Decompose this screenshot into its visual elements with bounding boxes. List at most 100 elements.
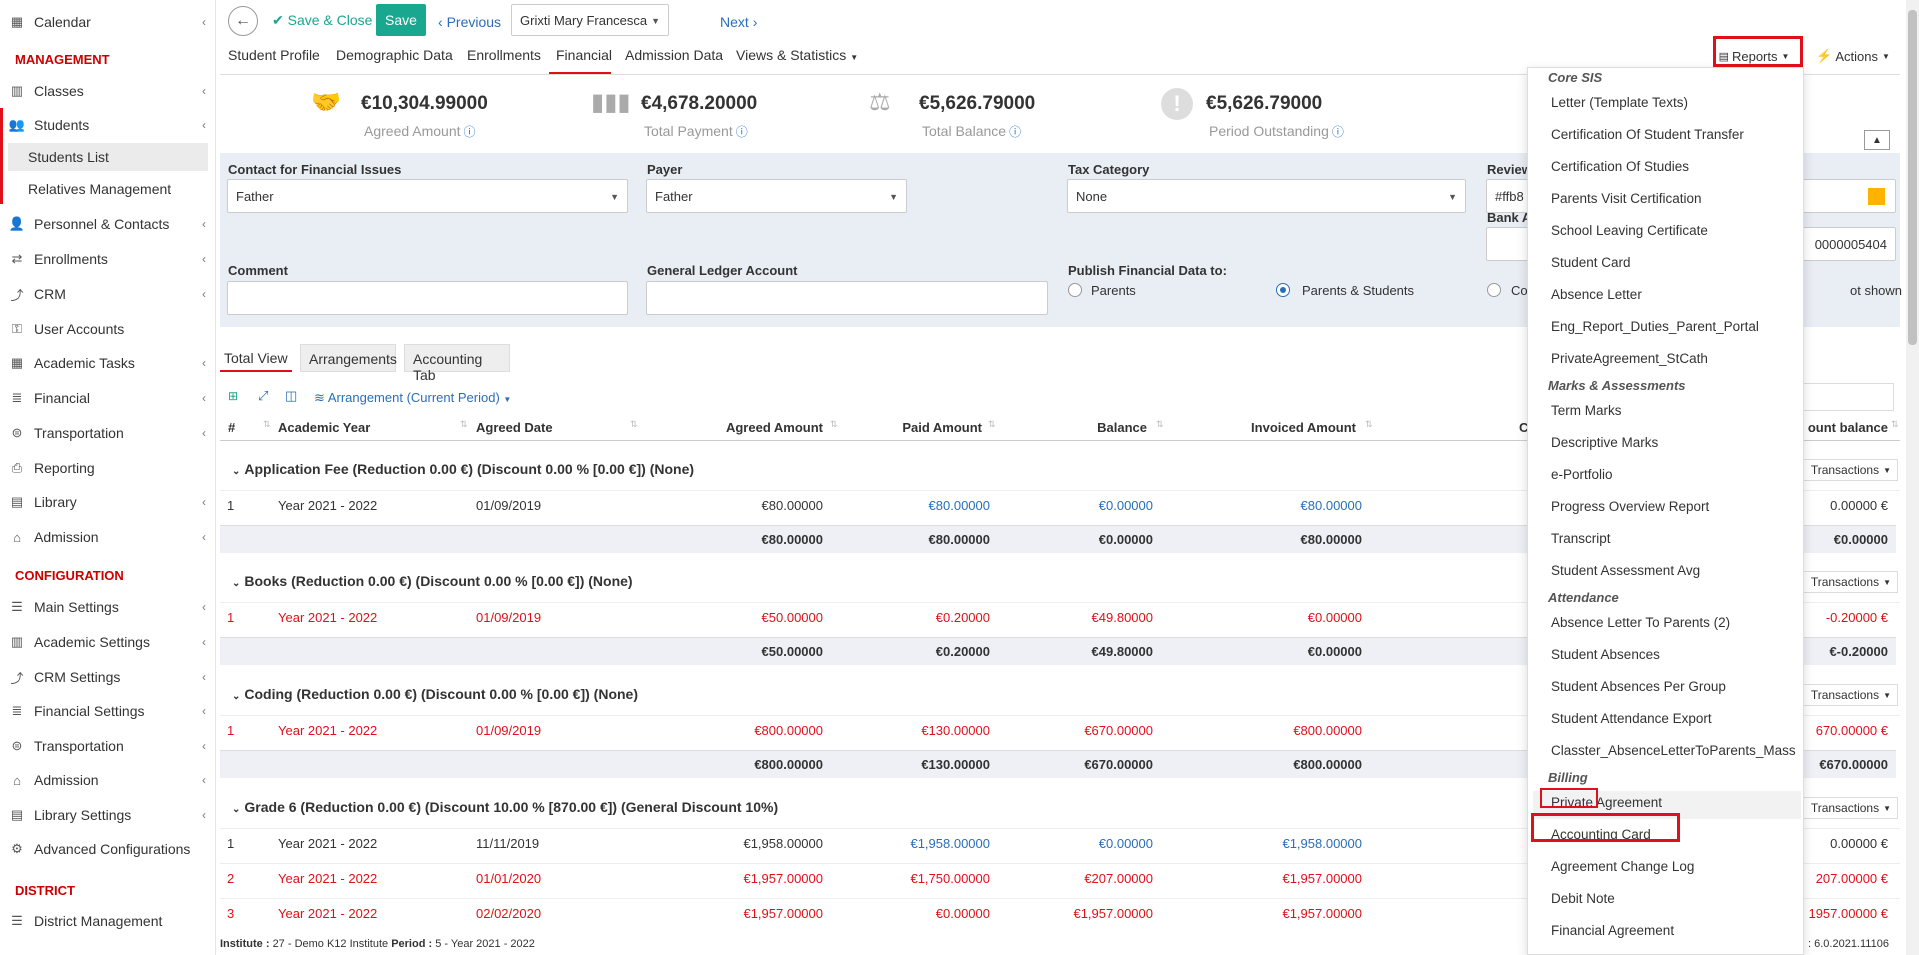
- excel-icon[interactable]: ⊞: [228, 389, 238, 403]
- row-invoiced-amount[interactable]: €1,957.00000: [1282, 906, 1362, 921]
- color-swatch[interactable]: [1868, 188, 1885, 205]
- sidebar-item-district-management[interactable]: ☰ District Management: [0, 906, 216, 936]
- students-list-link[interactable]: Students List: [8, 143, 208, 171]
- sort-icon[interactable]: ⇅: [1365, 419, 1373, 430]
- menu-item-student-absences-per-group[interactable]: Student Absences Per Group: [1551, 679, 1726, 694]
- transactions-button[interactable]: Transactions ▼: [1794, 684, 1898, 706]
- row-balance[interactable]: €0.00000: [1099, 836, 1153, 851]
- table-search-input[interactable]: [1796, 383, 1894, 411]
- row-invoiced-amount[interactable]: €1,958.00000: [1282, 836, 1362, 851]
- publish-parents-students-radio[interactable]: [1276, 283, 1290, 297]
- group-header[interactable]: ⌄ Books (Reduction 0.00 €) (Discount 0.00…: [232, 573, 633, 589]
- sidebar-item-financial[interactable]: ≣ Financial ‹: [0, 383, 216, 413]
- menu-item-absence-letter-to-parents-2[interactable]: Absence Letter To Parents (2): [1551, 615, 1730, 630]
- column-header-balance[interactable]: Balance: [1097, 420, 1147, 435]
- publish-parents-radio[interactable]: [1068, 283, 1082, 297]
- column-header-invoiced-amount[interactable]: Invoiced Amount: [1251, 420, 1356, 435]
- menu-item-classter-absencelettertoparents-mass[interactable]: Classter_AbsenceLetterToParents_Mass: [1551, 743, 1796, 758]
- ledger-input[interactable]: [646, 281, 1048, 315]
- sidebar-item-financial-settings[interactable]: ≣ Financial Settings ‹: [0, 696, 216, 726]
- row-invoiced-amount[interactable]: €800.00000: [1293, 723, 1362, 738]
- menu-item-descriptive-marks[interactable]: Descriptive Marks: [1551, 435, 1658, 450]
- expand-icon[interactable]: ⤢: [258, 388, 268, 404]
- menu-item-absence-letter[interactable]: Absence Letter: [1551, 287, 1642, 302]
- row-balance[interactable]: €207.00000: [1084, 871, 1153, 886]
- payer-select[interactable]: Father ▼: [646, 179, 907, 213]
- menu-item-debit-note[interactable]: Debit Note: [1551, 891, 1615, 906]
- menu-item-term-marks[interactable]: Term Marks: [1551, 403, 1622, 418]
- comment-input[interactable]: [227, 281, 628, 315]
- sidebar-item-library-settings[interactable]: ▤ Library Settings ‹: [0, 800, 216, 830]
- previous-link[interactable]: ‹ Previous: [438, 14, 501, 30]
- menu-item-progress-overview-report[interactable]: Progress Overview Report: [1551, 499, 1709, 514]
- menu-item-eng-report-duties-parent-portal[interactable]: Eng_Report_Duties_Parent_Portal: [1551, 319, 1759, 334]
- row-paid-amount[interactable]: €130.00000: [921, 723, 990, 738]
- row-paid-amount[interactable]: €80.00000: [929, 498, 990, 513]
- menu-item-financial-agreement[interactable]: Financial Agreement: [1551, 923, 1674, 938]
- menu-item-privateagreement-stcath[interactable]: PrivateAgreement_StCath: [1551, 351, 1708, 366]
- transactions-button[interactable]: Transactions ▼: [1794, 797, 1898, 819]
- sort-icon[interactable]: ⇅: [630, 419, 638, 430]
- back-button[interactable]: ←: [228, 6, 258, 36]
- sidebar-item-admission[interactable]: ⌂ Admission ‹: [0, 765, 216, 795]
- sort-icon[interactable]: ⇅: [263, 419, 271, 430]
- collapse-button[interactable]: ▲: [1864, 130, 1890, 150]
- sidebar-item-academic-tasks[interactable]: ▦ Academic Tasks ‹: [0, 348, 216, 378]
- column-header-academic-year[interactable]: Academic Year: [278, 420, 370, 435]
- contact-select[interactable]: Father ▼: [227, 179, 628, 213]
- sidebar-item-main-settings[interactable]: ☰ Main Settings ‹: [0, 592, 216, 622]
- menu-item-parents-visit-certification[interactable]: Parents Visit Certification: [1551, 191, 1702, 206]
- save-button[interactable]: Save: [376, 4, 426, 36]
- sidebar-item-user-accounts[interactable]: ⚿ User Accounts: [0, 314, 216, 344]
- info-icon[interactable]: ⓘ: [1009, 125, 1021, 139]
- subtab-total-view[interactable]: Total View: [220, 344, 292, 372]
- group-header[interactable]: ⌄ Application Fee (Reduction 0.00 €) (Dis…: [232, 461, 694, 477]
- sidebar-item-advanced-configurations[interactable]: ⚙ Advanced Configurations: [0, 834, 216, 864]
- arrangement-dropdown[interactable]: ≋ Arrangement (Current Period) ▼: [314, 390, 511, 406]
- menu-item-agreement-change-log[interactable]: Agreement Change Log: [1551, 859, 1694, 874]
- sidebar-item-crm-settings[interactable]: ⤴ CRM Settings ‹: [0, 662, 216, 692]
- subtab-arrangements[interactable]: Arrangements: [300, 344, 397, 372]
- menu-item-e-portfolio[interactable]: e-Portfolio: [1551, 467, 1613, 482]
- info-icon[interactable]: ⓘ: [464, 125, 476, 139]
- columns-icon[interactable]: ◫: [285, 388, 297, 404]
- row-balance[interactable]: €0.00000: [1099, 498, 1153, 513]
- menu-item-student-attendance-export[interactable]: Student Attendance Export: [1551, 711, 1712, 726]
- save-close-button[interactable]: ✔ Save & Close: [272, 12, 372, 29]
- group-header[interactable]: ⌄ Coding (Reduction 0.00 €) (Discount 0.0…: [232, 686, 638, 702]
- row-invoiced-amount[interactable]: €1,957.00000: [1282, 871, 1362, 886]
- column-header-agreed-amount[interactable]: Agreed Amount: [726, 420, 823, 435]
- sort-icon[interactable]: ⇅: [988, 419, 996, 430]
- tab-enrollments[interactable]: Enrollments: [467, 47, 541, 63]
- sort-icon[interactable]: ⇅: [1891, 419, 1899, 430]
- column-header-agreed-date[interactable]: Agreed Date: [476, 420, 553, 435]
- sort-icon[interactable]: ⇅: [1156, 419, 1164, 430]
- tab-demographic-data[interactable]: Demographic Data: [336, 47, 453, 63]
- column-header-paid-amount[interactable]: Paid Amount: [902, 420, 982, 435]
- row-balance[interactable]: €670.00000: [1084, 723, 1153, 738]
- tab-student-profile[interactable]: Student Profile: [228, 47, 320, 63]
- row-paid-amount[interactable]: €1,750.00000: [910, 871, 990, 886]
- transactions-button[interactable]: Transactions ▼: [1794, 571, 1898, 593]
- tab-admission-data[interactable]: Admission Data: [625, 47, 723, 63]
- sidebar-item-crm[interactable]: ⤴ CRM ‹: [0, 279, 216, 309]
- sidebar-item-enrollments[interactable]: ⇄ Enrollments ‹: [0, 244, 216, 274]
- row-paid-amount[interactable]: €1,958.00000: [910, 836, 990, 851]
- menu-item-certification-of-student-transfer[interactable]: Certification Of Student Transfer: [1551, 127, 1744, 142]
- sidebar-item-library[interactable]: ▤ Library ‹: [0, 487, 216, 517]
- row-paid-amount[interactable]: €0.20000: [936, 610, 990, 625]
- menu-item-transcript[interactable]: Transcript: [1551, 531, 1611, 546]
- sidebar-item-calendar[interactable]: ▦ Calendar ‹: [0, 7, 216, 37]
- sidebar-item-transportation[interactable]: ⊜ Transportation ‹: [0, 418, 216, 448]
- tab-views-statistics[interactable]: Views & Statistics ▼: [736, 47, 858, 63]
- sidebar-item-reporting[interactable]: ⎙ Reporting: [0, 453, 216, 483]
- transactions-button[interactable]: Transactions ▼: [1794, 459, 1898, 481]
- info-icon[interactable]: ⓘ: [736, 125, 748, 139]
- tax-select[interactable]: None ▼: [1067, 179, 1466, 213]
- menu-item-certification-of-studies[interactable]: Certification Of Studies: [1551, 159, 1689, 174]
- actions-button[interactable]: ⚡ Actions ▼: [1814, 44, 1892, 68]
- sidebar-item-classes[interactable]: ▥ Classes ‹: [0, 76, 216, 106]
- row-invoiced-amount[interactable]: €80.00000: [1301, 498, 1362, 513]
- sidebar-item-personnel-contacts[interactable]: 👤 Personnel & Contacts ‹: [0, 209, 216, 239]
- info-icon[interactable]: ⓘ: [1332, 125, 1344, 139]
